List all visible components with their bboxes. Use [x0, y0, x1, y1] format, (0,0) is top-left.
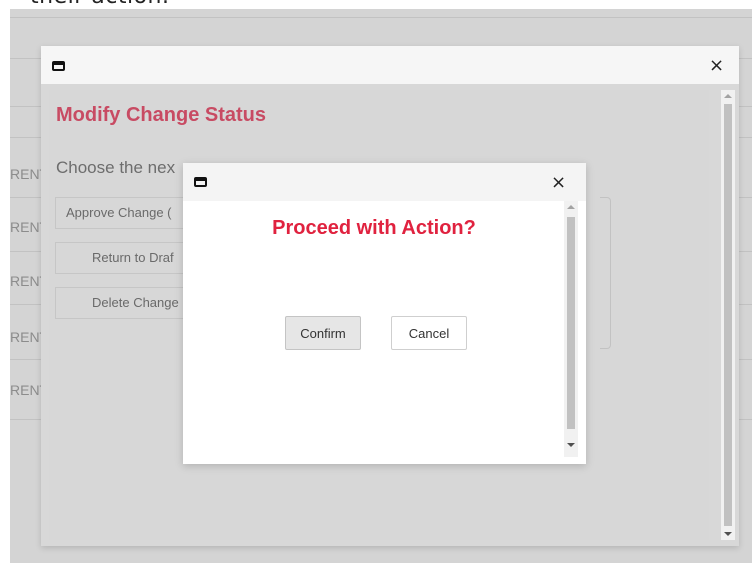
cancel-button[interactable]: Cancel — [391, 316, 467, 350]
scroll-down-arrow-icon[interactable] — [567, 443, 575, 447]
scroll-down-arrow-icon[interactable] — [724, 532, 732, 536]
option-approve-change[interactable]: Approve Change ( — [55, 197, 195, 229]
confirm-button[interactable]: Confirm — [285, 316, 361, 350]
dialog-titlebar: × — [183, 163, 586, 201]
dialog-subtitle: Choose the nex — [56, 158, 176, 177]
scroll-up-arrow-icon[interactable] — [724, 94, 732, 98]
close-icon[interactable]: × — [709, 57, 724, 75]
scrollbar-thumb[interactable] — [724, 104, 732, 526]
scrollbar-thumb[interactable] — [567, 217, 575, 429]
dialog-scrollbar[interactable] — [564, 201, 578, 457]
scroll-up-arrow-icon[interactable] — [567, 205, 575, 209]
window-icon[interactable] — [194, 177, 207, 187]
dialog-titlebar: × — [41, 46, 739, 84]
page-caption: their action. — [30, 0, 169, 9]
options-panel-edge — [600, 197, 611, 349]
dialog-title: Modify Change Status — [56, 104, 267, 126]
option-delete-change[interactable]: Delete Change — [55, 287, 195, 319]
confirmation-title: Proceed with Action? — [272, 217, 476, 239]
divider — [10, 17, 752, 18]
option-return-to-draft[interactable]: Return to Draf — [55, 242, 195, 274]
dialog-scrollbar[interactable] — [721, 90, 735, 540]
proceed-confirmation-dialog: × Proceed with Action? Confirm Cancel — [183, 163, 586, 464]
close-icon[interactable]: × — [551, 174, 566, 192]
window-icon[interactable] — [52, 61, 65, 71]
